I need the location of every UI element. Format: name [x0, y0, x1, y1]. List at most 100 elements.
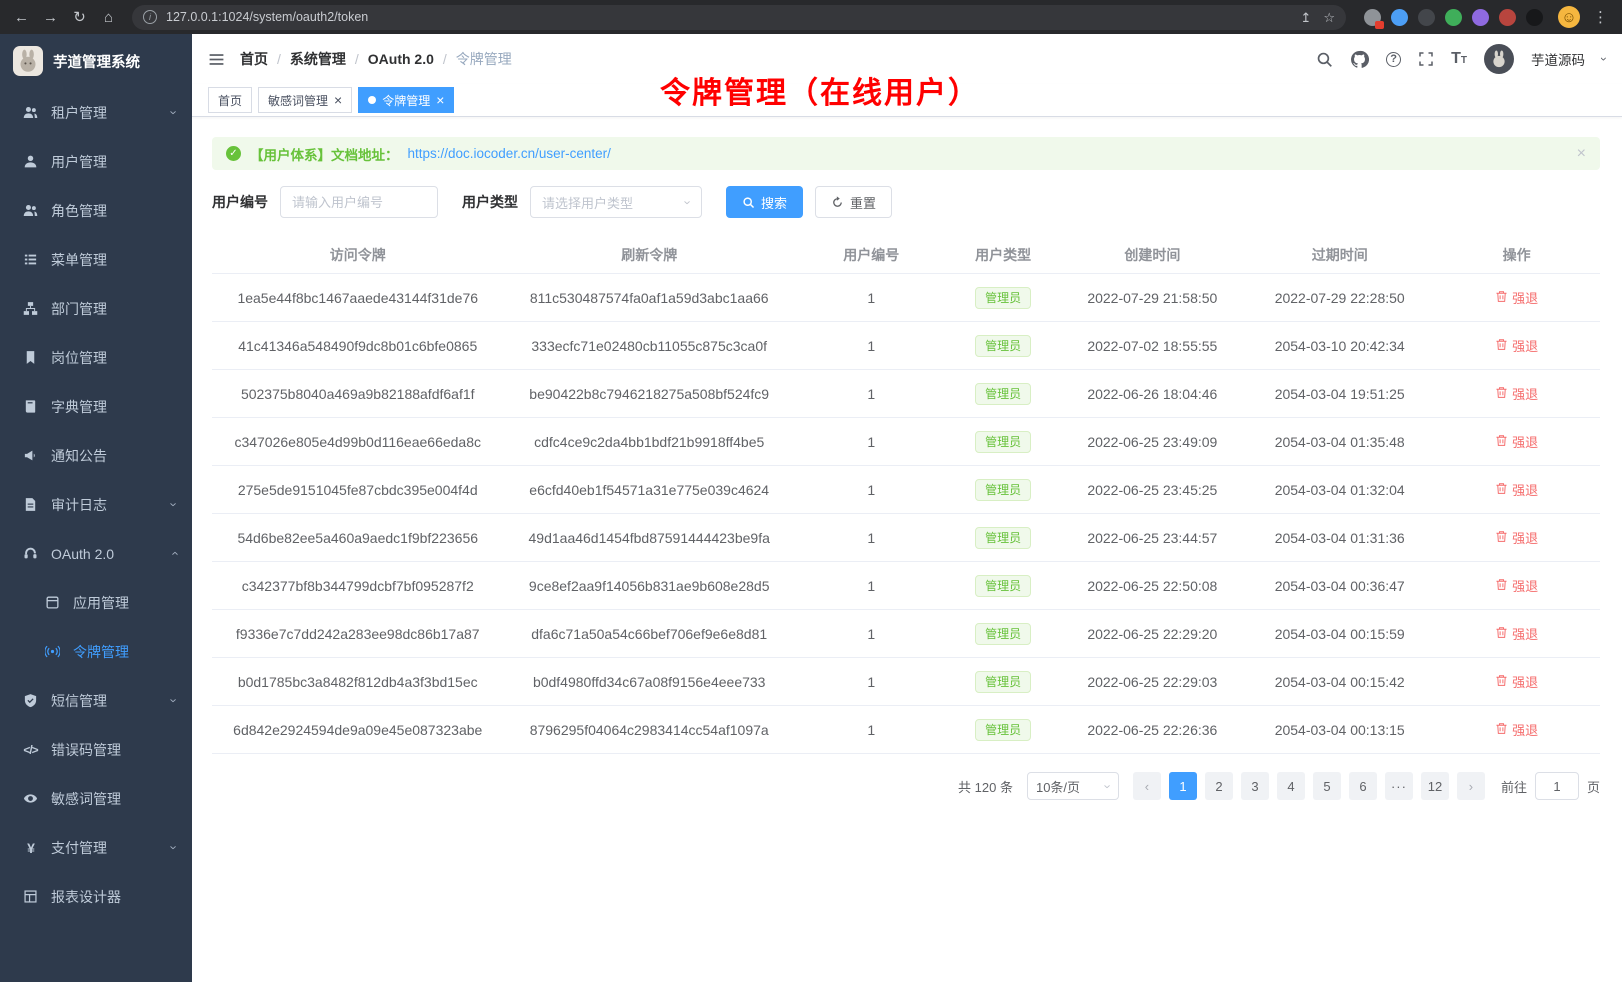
table-row: c342377bf8b344799dcbf7bf095287f29ce8ef2a…	[212, 562, 1600, 610]
search-icon[interactable]	[1316, 51, 1333, 68]
column-header[interactable]: 刷新令牌	[503, 245, 794, 265]
address-bar[interactable]: i 127.0.0.1:1024/system/oauth2/token ↥☆	[132, 5, 1346, 30]
next-page-button[interactable]: ›	[1457, 772, 1485, 800]
breadcrumb-item[interactable]: OAuth 2.0	[368, 51, 434, 67]
sidebar-item-oauth2-app[interactable]: 应用管理	[0, 578, 192, 627]
extension-contrast-icon[interactable]	[1526, 9, 1543, 26]
tab-close-icon[interactable]: ×	[436, 93, 444, 107]
sidebar-toggle-icon[interactable]	[208, 51, 225, 68]
sidebar-item-oauth2-token[interactable]: 令牌管理	[0, 627, 192, 676]
browser-extensions	[1356, 9, 1551, 26]
sidebar-item-sms[interactable]: 短信管理›	[0, 676, 192, 725]
sidebar-item-errcode[interactable]: </>错误码管理	[0, 725, 192, 774]
font-size-icon[interactable]: TT	[1451, 50, 1467, 68]
force-logout-button[interactable]: 强退	[1495, 480, 1538, 499]
cell-create-time: 2022-06-25 22:29:03	[1059, 674, 1246, 690]
tab-home[interactable]: 首页	[208, 87, 252, 113]
table-row: 54d6be82ee5a460a9aedc1f9bf22365649d1aa46…	[212, 514, 1600, 562]
tab-token[interactable]: 令牌管理×	[358, 87, 454, 113]
prev-page-button[interactable]: ‹	[1133, 772, 1161, 800]
column-header[interactable]: 访问令牌	[212, 245, 503, 265]
alert-close-icon[interactable]: ×	[1577, 145, 1586, 163]
sidebar-item-dict[interactable]: 字典管理	[0, 382, 192, 431]
column-header[interactable]: 创建时间	[1059, 245, 1246, 265]
forward-icon[interactable]: →	[37, 4, 64, 30]
extension-green-icon[interactable]	[1445, 9, 1462, 26]
app-logo[interactable]: 芋道管理系统	[0, 34, 192, 88]
fullscreen-icon[interactable]	[1418, 51, 1434, 67]
share-icon[interactable]: ↥	[1300, 10, 1311, 25]
extension-purple-icon[interactable]	[1472, 9, 1489, 26]
page-info-icon[interactable]: i	[143, 10, 157, 24]
page-button-1[interactable]: 1	[1169, 772, 1197, 800]
sidebar-item-dept[interactable]: 部门管理	[0, 284, 192, 333]
dict-icon	[22, 399, 39, 414]
user-id-input[interactable]	[280, 186, 438, 218]
cell-user-type: 管理员	[948, 527, 1059, 549]
force-logout-button[interactable]: 强退	[1495, 672, 1538, 691]
browser-menu-icon[interactable]: ⋮	[1587, 4, 1614, 30]
force-logout-button[interactable]: 强退	[1495, 384, 1538, 403]
github-icon[interactable]	[1350, 50, 1369, 69]
page-button-3[interactable]: 3	[1241, 772, 1269, 800]
alert-doc-link[interactable]: https://doc.iocoder.cn/user-center/	[408, 146, 611, 161]
reload-icon[interactable]: ↻	[66, 4, 93, 30]
page-button-5[interactable]: 5	[1313, 772, 1341, 800]
sidebar-item-user[interactable]: 用户管理	[0, 137, 192, 186]
force-logout-button[interactable]: 强退	[1495, 432, 1538, 451]
browser-profile-avatar[interactable]: ☺	[1558, 6, 1580, 28]
sidebar-item-role[interactable]: 角色管理	[0, 186, 192, 235]
search-button[interactable]: 搜索	[726, 186, 803, 218]
table-row: b0d1785bc3a8482f812db4a3f3bd15ecb0df4980…	[212, 658, 1600, 706]
page-size-select[interactable]: 10条/页 ›	[1027, 772, 1119, 800]
help-icon[interactable]: ?	[1386, 52, 1401, 67]
cell-access-token: c342377bf8b344799dcbf7bf095287f2	[212, 578, 503, 594]
home-icon[interactable]: ⌂	[95, 4, 122, 30]
force-logout-button[interactable]: 强退	[1495, 288, 1538, 307]
cell-refresh-token: dfa6c71a50a54c66bef706ef9e6e8d81	[503, 626, 794, 642]
column-header[interactable]: 用户类型	[948, 245, 1059, 265]
user-type-select[interactable]: 请选择用户类型 ›	[530, 186, 702, 218]
reset-button[interactable]: 重置	[815, 186, 892, 218]
sidebar-item-tenant[interactable]: 租户管理›	[0, 88, 192, 137]
extension-dark-icon[interactable]	[1418, 9, 1435, 26]
page-button-12[interactable]: 12	[1421, 772, 1449, 800]
user-avatar[interactable]	[1484, 44, 1514, 74]
trash-icon	[1495, 338, 1508, 354]
breadcrumb-item[interactable]: 首页	[240, 49, 268, 69]
force-logout-button[interactable]: 强退	[1495, 528, 1538, 547]
back-icon[interactable]: ←	[8, 4, 35, 30]
sidebar-item-audit-log[interactable]: 审计日志›	[0, 480, 192, 529]
column-header[interactable]: 操作	[1433, 245, 1600, 265]
more-pages-icon[interactable]: ···	[1385, 772, 1413, 800]
force-logout-button[interactable]: 强退	[1495, 720, 1538, 739]
goto-page-input[interactable]	[1535, 772, 1579, 800]
bookmark-star-icon[interactable]: ☆	[1323, 10, 1335, 25]
breadcrumb-item[interactable]: 系统管理	[290, 49, 346, 69]
tab-close-icon[interactable]: ×	[334, 93, 342, 107]
sidebar-item-sensitive[interactable]: 敏感词管理	[0, 774, 192, 823]
page-button-6[interactable]: 6	[1349, 772, 1377, 800]
extension-blue-icon[interactable]	[1391, 9, 1408, 26]
breadcrumb-item[interactable]: 令牌管理	[456, 49, 512, 69]
force-logout-button[interactable]: 强退	[1495, 576, 1538, 595]
sidebar-item-post[interactable]: 岗位管理	[0, 333, 192, 382]
force-logout-button[interactable]: 强退	[1495, 624, 1538, 643]
sidebar-item-pay[interactable]: ¥支付管理›	[0, 823, 192, 872]
tab-sensitive-word[interactable]: 敏感词管理×	[258, 87, 352, 113]
extension-red-icon[interactable]	[1499, 9, 1516, 26]
user-type-badge: 管理员	[975, 719, 1031, 741]
page-button-2[interactable]: 2	[1205, 772, 1233, 800]
user-menu-caret-icon[interactable]: ›	[1597, 57, 1611, 61]
sidebar-item-report[interactable]: 报表设计器	[0, 872, 192, 921]
force-logout-button[interactable]: 强退	[1495, 336, 1538, 355]
extension-pinned-icon[interactable]	[1364, 9, 1381, 26]
page-button-4[interactable]: 4	[1277, 772, 1305, 800]
column-header[interactable]: 用户编号	[795, 245, 948, 265]
app-icon	[44, 595, 61, 610]
user-name[interactable]: 芋道源码	[1531, 49, 1585, 69]
sidebar-item-menu[interactable]: 菜单管理	[0, 235, 192, 284]
column-header[interactable]: 过期时间	[1246, 245, 1433, 265]
sidebar-item-oauth2[interactable]: OAuth 2.0›	[0, 529, 192, 578]
sidebar-item-notice[interactable]: 通知公告	[0, 431, 192, 480]
